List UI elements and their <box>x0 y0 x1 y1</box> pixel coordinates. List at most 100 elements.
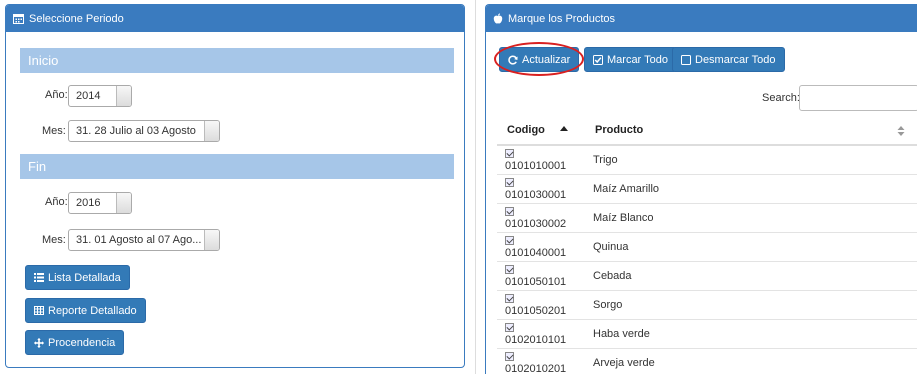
list-icon <box>34 273 44 282</box>
calendar-icon <box>13 14 24 24</box>
refresh-icon <box>508 54 518 65</box>
select-arrow <box>204 121 219 141</box>
codigo-cell[interactable]: 0101030001 <box>497 173 585 203</box>
producto-cell: Haba verde <box>585 318 917 348</box>
producto-value: Maíz Blanco <box>593 211 654 224</box>
marcar-todo-button[interactable]: Marcar Todo <box>584 47 677 72</box>
table-row[interactable]: 0101010001 Trigo <box>497 144 917 174</box>
productos-panel-title: Marque los Productos <box>508 12 615 25</box>
codigo-cell[interactable]: 0101050201 <box>497 289 585 319</box>
producto-value: Arveja verde <box>593 356 655 369</box>
fin-anio-label: Año: <box>45 196 68 208</box>
row-checkbox[interactable] <box>505 235 514 245</box>
producto-value: Quinua <box>593 240 629 253</box>
codigo-cell[interactable]: 0101030002 <box>497 202 585 232</box>
codigo-cell[interactable]: 0102010201 <box>497 347 585 374</box>
row-checkbox[interactable] <box>505 177 514 187</box>
codigo-cell[interactable]: 0102010101 <box>497 318 585 348</box>
producto-cell: Cebada <box>585 260 917 290</box>
panel-divider <box>475 0 476 374</box>
fin-section-bar: Fin <box>20 154 454 179</box>
fin-anio-value: 2016 <box>76 197 101 209</box>
procedencia-label: Procendencia <box>48 336 116 349</box>
inicio-anio-value: 2014 <box>76 90 101 102</box>
fin-mes-select[interactable]: 31. 01 Agosto al 07 Ago... <box>68 229 220 251</box>
checkbox-checked-icon <box>593 54 603 65</box>
row-checkbox[interactable] <box>505 293 514 303</box>
actualizar-label: Actualizar <box>522 53 571 66</box>
producto-value: Sorgo <box>593 298 623 311</box>
inicio-mes-value: 31. 28 Julio al 03 Agosto <box>76 125 196 137</box>
codigo-cell[interactable]: 0101040001 <box>497 231 585 261</box>
productos-table-wrap: Codigo Producto 0101010001 Trigo 010103000… <box>497 116 917 374</box>
codigo-value: 0102010101 <box>505 333 567 346</box>
codigo-cell[interactable]: 0101050101 <box>497 260 585 290</box>
producto-value: Maíz Amarillo <box>593 182 660 195</box>
select-arrow <box>116 193 131 213</box>
row-checkbox[interactable] <box>505 206 514 216</box>
row-checkbox[interactable] <box>505 148 514 158</box>
checkbox-empty-icon <box>681 54 691 65</box>
lista-detallada-label: Lista Detallada <box>48 271 121 284</box>
inicio-anio-select[interactable]: 2014 <box>68 85 132 107</box>
producto-cell: Maíz Blanco <box>585 202 917 232</box>
inicio-section-title: Inicio <box>28 53 59 68</box>
table-row[interactable]: 0101030002 Maíz Blanco <box>497 202 917 232</box>
inicio-mes-label: Mes: <box>42 125 66 137</box>
inicio-section-bar: Inicio <box>20 48 454 73</box>
codigo-cell[interactable]: 0101010001 <box>497 144 585 174</box>
search-input[interactable] <box>799 85 917 111</box>
table-row[interactable]: 0101030001 Maíz Amarillo <box>497 173 917 203</box>
producto-value: Cebada <box>593 269 632 282</box>
table-icon <box>34 306 44 315</box>
producto-value: Haba verde <box>593 327 650 340</box>
producto-cell: Quinua <box>585 231 917 261</box>
inicio-mes-select[interactable]: 31. 28 Julio al 03 Agosto <box>68 120 220 142</box>
table-row[interactable]: 0102010101 Haba verde <box>497 318 917 348</box>
move-icon <box>34 337 44 348</box>
codigo-column-header[interactable]: Codigo <box>497 116 585 146</box>
codigo-header-label: Codigo <box>507 124 545 136</box>
producto-cell: Sorgo <box>585 289 917 319</box>
fin-section-title: Fin <box>28 159 47 174</box>
producto-cell: Arveja verde <box>585 347 917 374</box>
productos-table: Codigo Producto 0101010001 Trigo 010103000… <box>497 116 917 374</box>
table-header-row: Codigo Producto <box>497 116 917 146</box>
table-row[interactable]: 0101040001 Quinua <box>497 231 917 261</box>
lista-detallada-button[interactable]: Lista Detallada <box>25 265 130 290</box>
codigo-value: 0102010201 <box>505 362 567 374</box>
reporte-detallado-button[interactable]: Reporte Detallado <box>25 298 146 323</box>
producto-column-header[interactable]: Producto <box>585 116 917 146</box>
actualizar-button[interactable]: Actualizar <box>499 47 580 72</box>
table-row[interactable]: 0102010201 Arveja verde <box>497 347 917 374</box>
fin-mes-value: 31. 01 Agosto al 07 Ago... <box>76 234 202 246</box>
row-checkbox[interactable] <box>505 264 514 274</box>
apple-icon <box>493 13 503 24</box>
producto-cell: Maíz Amarillo <box>585 173 917 203</box>
codigo-value: 0101050101 <box>505 275 567 288</box>
desmarcar-todo-label: Desmarcar Todo <box>695 53 776 66</box>
row-checkbox[interactable] <box>505 351 514 361</box>
fin-anio-select[interactable]: 2016 <box>68 192 132 214</box>
inicio-anio-label: Año: <box>45 89 68 101</box>
search-label: Search: <box>762 92 800 104</box>
periodo-panel-title: Seleccione Periodo <box>29 12 124 25</box>
row-checkbox[interactable] <box>505 322 514 332</box>
fin-mes-label: Mes: <box>42 234 66 246</box>
producto-cell: Trigo <box>585 144 917 174</box>
reporte-detallado-label: Reporte Detallado <box>48 304 137 317</box>
periodo-panel-heading: Seleccione Periodo <box>6 5 464 32</box>
codigo-value: 0101050201 <box>505 304 567 317</box>
table-row[interactable]: 0101050101 Cebada <box>497 260 917 290</box>
procedencia-button[interactable]: Procendencia <box>25 330 125 355</box>
select-arrow <box>116 86 131 106</box>
marcar-todo-label: Marcar Todo <box>607 53 668 66</box>
desmarcar-todo-button[interactable]: Desmarcar Todo <box>672 47 785 72</box>
sort-both-icon <box>897 126 905 136</box>
table-row[interactable]: 0101050201 Sorgo <box>497 289 917 319</box>
codigo-value: 0101030001 <box>505 188 567 201</box>
productos-panel-heading: Marque los Productos <box>486 5 917 32</box>
sort-asc-icon <box>559 126 568 131</box>
codigo-value: 0101010001 <box>505 159 567 172</box>
select-arrow <box>204 230 219 250</box>
